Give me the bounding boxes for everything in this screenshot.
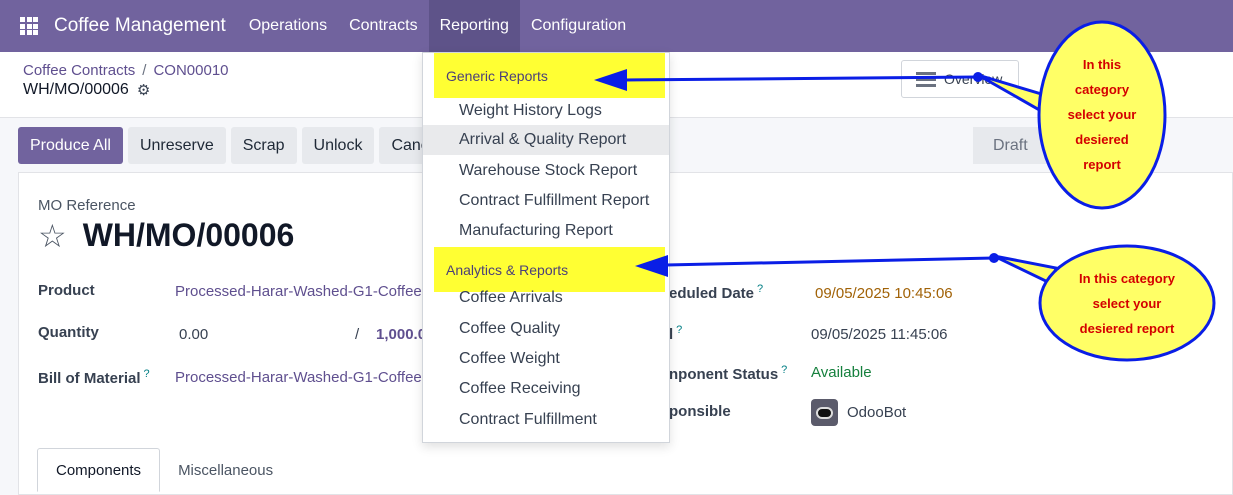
product-label: Product	[38, 282, 95, 299]
callout-line: select your	[1067, 107, 1137, 122]
apps-grid-icon[interactable]	[20, 17, 40, 35]
bom-label: Bill of Material?	[38, 368, 150, 387]
menu-item-coffee-receiving[interactable]: Coffee Receiving	[423, 374, 669, 404]
scheduled-date-label: eduled Date?	[669, 283, 763, 302]
unreserve-button[interactable]: Unreserve	[127, 127, 226, 164]
callout-text-generic: In this category select your desiered re…	[1052, 52, 1152, 177]
help-icon[interactable]: ?	[676, 324, 682, 336]
menu-item-arrival-quality-report[interactable]: Arrival & Quality Report	[423, 125, 669, 155]
quantity-total: 1,000.0	[376, 326, 427, 343]
callout-line: In this	[1082, 57, 1122, 72]
top-navbar: Coffee Management Operations Contracts R…	[0, 0, 1233, 52]
quantity-separator: /	[355, 326, 360, 343]
callout-line: desiered	[1075, 132, 1129, 147]
component-status-label-text: nponent Status	[669, 366, 779, 383]
bom-field[interactable]: Processed-Harar-Washed-G1-Coffee	[175, 369, 422, 386]
menu-reporting[interactable]: Reporting	[428, 0, 520, 52]
avatar	[811, 399, 838, 426]
callout-line: report	[1083, 157, 1121, 172]
menu-item-contract-fulfillment[interactable]: Contract Fulfillment	[423, 405, 669, 435]
end-date-label: l?	[669, 324, 682, 343]
reporting-dropdown: Generic Reports Weight History Logs Arri…	[422, 52, 670, 443]
menu-item-contract-fulfillment-report[interactable]: Contract Fulfillment Report	[423, 186, 669, 216]
breadcrumb: Coffee Contracts / CON00010	[23, 62, 229, 79]
breadcrumb-contracts-link[interactable]: Coffee Contracts	[23, 62, 135, 79]
mo-reference-value: WH/MO/00006	[82, 217, 295, 253]
menu-configuration[interactable]: Configuration	[520, 0, 637, 52]
end-date-field[interactable]: 09/05/2025 11:45:06	[811, 326, 948, 343]
status-draft[interactable]: Draft	[973, 127, 1048, 164]
quantity-label: Quantity	[38, 324, 99, 341]
component-status-value: Available	[811, 364, 872, 381]
record-title-line: WH/MO/00006 ⚙	[23, 81, 150, 99]
tab-components[interactable]: Components	[37, 448, 161, 492]
callout-line: desiered report	[1079, 321, 1175, 336]
menu-item-coffee-arrivals[interactable]: Coffee Arrivals	[423, 283, 669, 313]
callout-line: In this category	[1078, 271, 1176, 286]
quantity-input[interactable]: 0.00	[179, 326, 208, 343]
breadcrumb-contract-link[interactable]: CON00010	[153, 62, 228, 79]
menu-item-manufacturing-report[interactable]: Manufacturing Report	[423, 216, 669, 246]
mo-reference-label: MO Reference	[38, 197, 136, 214]
notebook-tabs: Components Miscellaneous	[37, 448, 291, 492]
menu-item-weight-history-logs[interactable]: Weight History Logs	[423, 96, 669, 126]
action-bar: Produce All Unreserve Scrap Unlock Canc	[18, 127, 441, 164]
section-header-generic-reports: Generic Reports	[434, 53, 665, 98]
scheduled-date-label-text: eduled Date	[669, 285, 755, 302]
responsible-label: ponsible	[669, 403, 731, 420]
responsible-field[interactable]: OdooBot	[847, 404, 906, 421]
menu-operations[interactable]: Operations	[238, 0, 338, 52]
breadcrumb-separator: /	[142, 62, 147, 79]
overview-label: Overview	[944, 71, 1003, 87]
unlock-button[interactable]: Unlock	[301, 127, 375, 164]
record-name: WH/MO/00006	[23, 81, 129, 98]
help-icon[interactable]: ?	[781, 364, 787, 376]
bom-label-text: Bill of Material	[38, 370, 141, 387]
menu-item-coffee-weight[interactable]: Coffee Weight	[423, 344, 669, 374]
product-field[interactable]: Processed-Harar-Washed-G1-Coffee	[175, 283, 422, 300]
bars-icon	[916, 71, 936, 87]
callout-line: select your	[1092, 296, 1162, 311]
produce-all-button[interactable]: Produce All	[18, 127, 123, 164]
menu-item-coffee-quality[interactable]: Coffee Quality	[423, 314, 669, 344]
tab-miscellaneous[interactable]: Miscellaneous	[160, 448, 291, 492]
scheduled-date-field[interactable]: 09/05/2025 10:45:06	[815, 285, 953, 302]
star-icon[interactable]: ☆	[38, 220, 67, 252]
callout-text-analytics: In this category select your desiered re…	[1052, 266, 1202, 341]
overview-button[interactable]: Overview	[901, 60, 1019, 98]
help-icon[interactable]: ?	[144, 368, 150, 380]
app-brand[interactable]: Coffee Management	[54, 15, 226, 37]
component-status-label: nponent Status?	[669, 364, 787, 383]
menu-contracts[interactable]: Contracts	[338, 0, 428, 52]
callout-line: category	[1074, 82, 1130, 97]
scrap-button[interactable]: Scrap	[230, 127, 297, 164]
menu-item-warehouse-stock-report[interactable]: Warehouse Stock Report	[423, 156, 669, 186]
gear-icon[interactable]: ⚙	[137, 81, 150, 99]
mo-title: ☆ WH/MO/00006	[38, 217, 294, 254]
help-icon[interactable]: ?	[757, 283, 763, 295]
